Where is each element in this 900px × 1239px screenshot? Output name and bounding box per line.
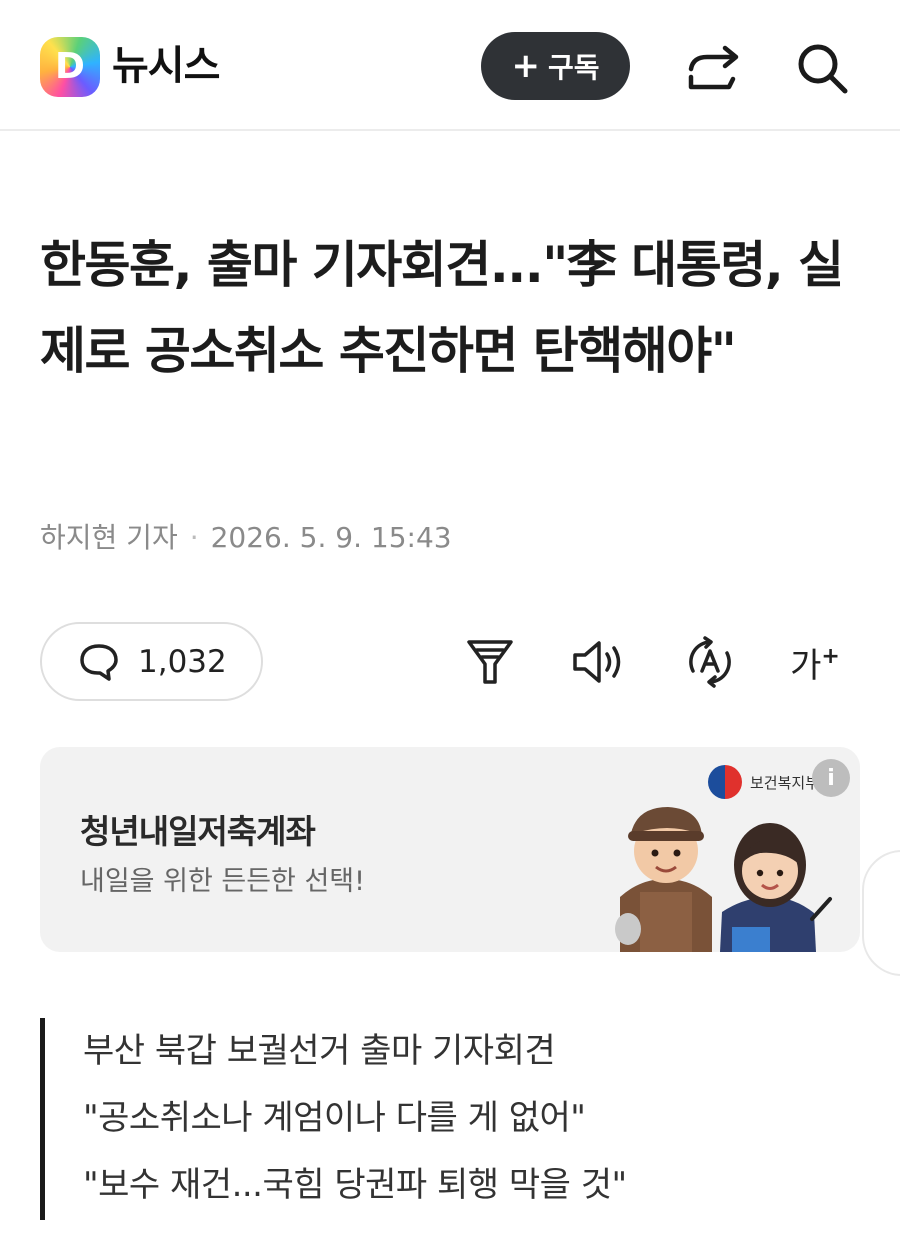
comment-count: 1,032	[138, 643, 227, 680]
press-logo-letter: D	[55, 46, 85, 87]
search-button[interactable]	[792, 38, 852, 98]
byline-separator: ·	[189, 521, 199, 554]
subscribe-button[interactable]: + 구독	[481, 32, 630, 100]
reporter-name[interactable]: 하지현 기자	[40, 521, 178, 554]
article-headline: 한동훈, 출마 기자회견..."李 대통령, 실제로 공소취소 추진하면 탄핵해…	[40, 236, 844, 380]
side-float-button[interactable]	[862, 850, 900, 976]
share-icon	[688, 45, 739, 90]
government-emblem-icon	[708, 765, 742, 799]
press-name[interactable]: 뉴시스	[112, 40, 220, 92]
ad-subtitle: 내일을 위한 든든한 선택!	[80, 866, 365, 897]
publish-datetime: 2026. 5. 9. 15:43	[210, 521, 452, 554]
font-size-label: 가	[790, 645, 822, 686]
article-summary: 부산 북갑 보궐선거 출마 기자회견 "공소취소나 계엄이나 다를 게 없어" …	[40, 1018, 627, 1220]
press-logo[interactable]: D	[40, 37, 100, 97]
translate-icon	[689, 636, 731, 688]
translate-button[interactable]	[680, 632, 740, 692]
font-plus-icon: +	[821, 643, 840, 669]
search-icon	[798, 44, 848, 94]
summary-line: "공소취소나 계엄이나 다를 게 없어"	[83, 1098, 586, 1138]
article-byline: 하지현 기자 · 2026. 5. 9. 15:43	[40, 518, 452, 558]
summary-line: 부산 북갑 보궐선거 출마 기자회견	[83, 1031, 556, 1071]
filter-icon	[467, 640, 513, 684]
speaker-icon	[573, 641, 621, 683]
audio-read-button[interactable]	[570, 632, 630, 692]
ad-title: 청년내일저축계좌	[80, 812, 316, 851]
subscribe-label: 구독	[547, 51, 600, 84]
comment-button[interactable]: 1,032	[40, 622, 263, 701]
ad-sponsor: 보건복지부	[708, 765, 819, 799]
summary-filter-button[interactable]	[460, 632, 520, 692]
plus-icon: +	[511, 46, 540, 86]
app-header: D 뉴시스 + 구독	[0, 0, 900, 131]
ad-banner[interactable]: 청년내일저축계좌 내일을 위한 든든한 선택! 보건복지부 i	[40, 747, 860, 952]
ad-info-icon[interactable]: i	[812, 759, 850, 797]
ad-sponsor-name: 보건복지부	[750, 773, 820, 792]
comment-icon	[80, 643, 118, 681]
summary-line: "보수 재건...국힘 당권파 퇴행 막을 것"	[83, 1165, 627, 1205]
share-button[interactable]	[684, 38, 744, 98]
font-size-button[interactable]: 가 +	[785, 632, 845, 692]
